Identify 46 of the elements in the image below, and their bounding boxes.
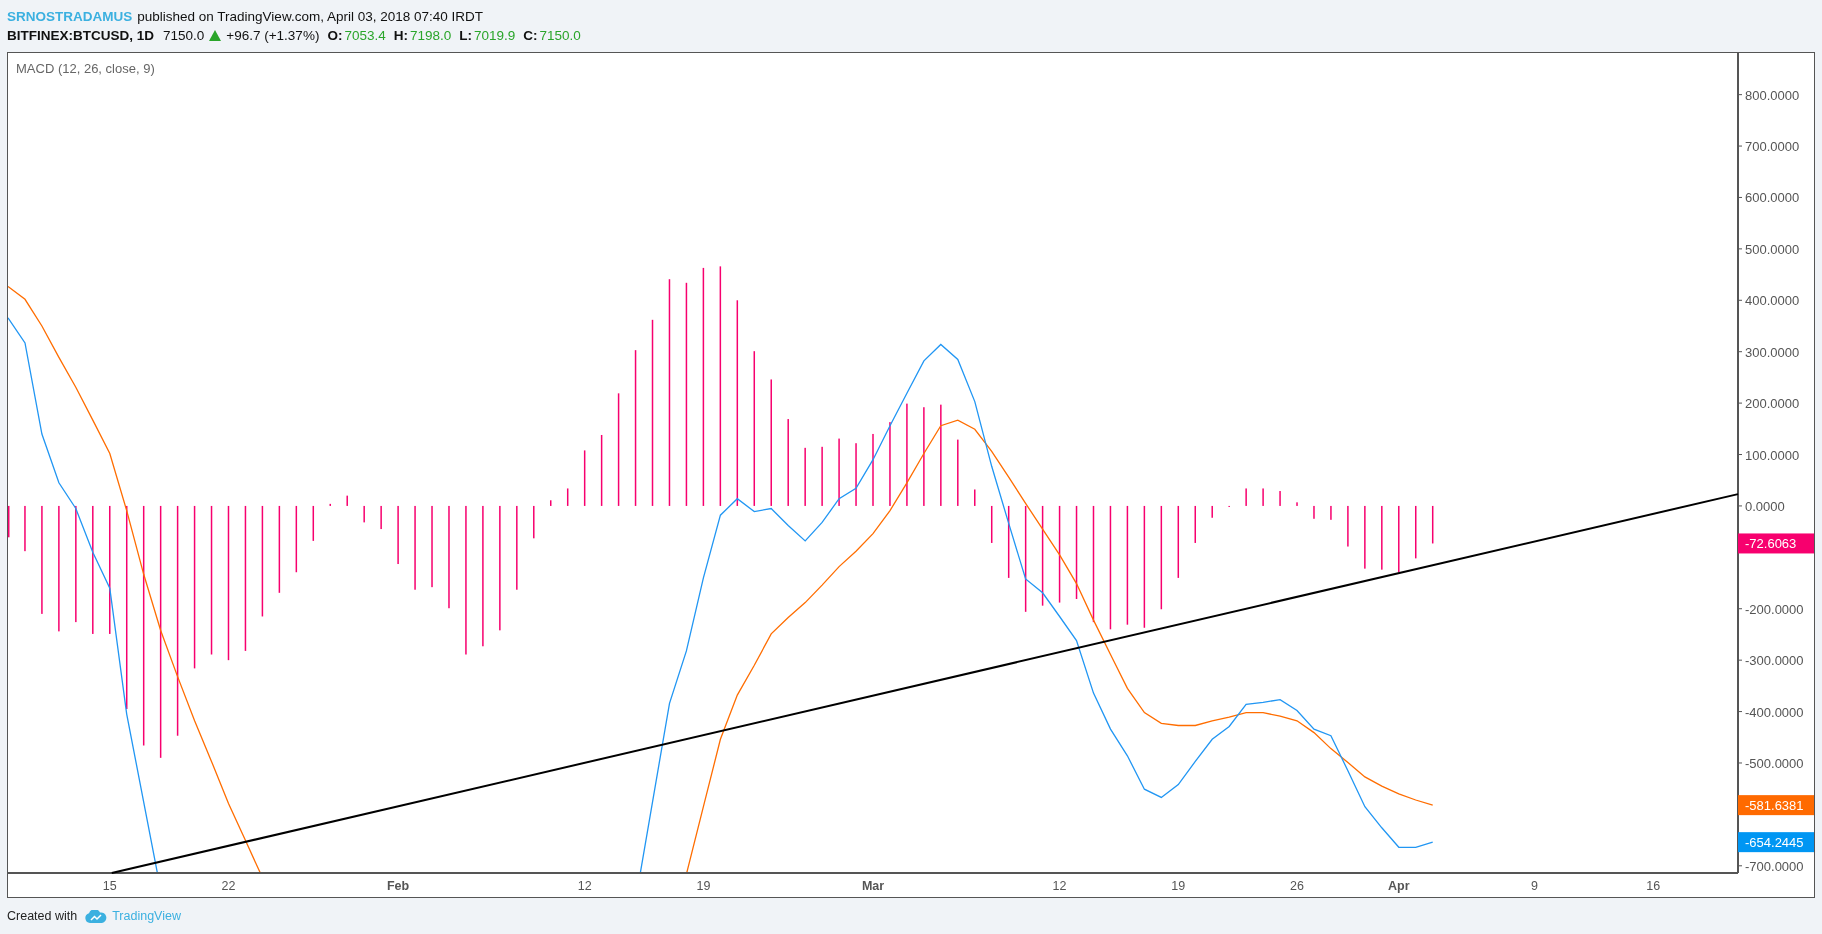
- axis-label: 9: [1531, 879, 1538, 893]
- axis-label: 0.0000: [1745, 498, 1785, 514]
- axis-label: 19: [1171, 879, 1186, 893]
- ohlc-label: O:: [327, 28, 343, 43]
- axis-label: 26: [1290, 879, 1304, 893]
- axis-label: 300.0000: [1745, 344, 1800, 360]
- brand-link[interactable]: TradingView: [112, 909, 181, 923]
- axis-label: 700.0000: [1745, 139, 1800, 155]
- axis-label: 12: [577, 879, 592, 893]
- axis-label: 16: [1646, 879, 1661, 893]
- price-label: -654.2445: [1738, 832, 1814, 853]
- axis-label: 800.0000: [1745, 87, 1800, 103]
- ohlc-label: C:: [523, 28, 538, 43]
- axis-label: -700.0000: [1745, 858, 1804, 874]
- price-label: -72.6063: [1738, 533, 1814, 554]
- axis-label: 19: [696, 879, 711, 893]
- axis-label: 200.0000: [1745, 396, 1800, 412]
- axis-label: 22: [221, 879, 236, 893]
- price-label: -581.6381: [1738, 795, 1814, 816]
- axis-label: Mar: [861, 879, 885, 893]
- last-price: 7150.0: [163, 28, 205, 43]
- axis-label: 400.0000: [1745, 293, 1800, 309]
- axis-label: 600.0000: [1745, 190, 1800, 206]
- publish-info: published on TradingView.com, April 03, 2018 07:40 IRDT: [137, 9, 483, 24]
- axis-label: Apr: [1388, 879, 1410, 893]
- author-link[interactable]: SRNOSTRADAMUS: [7, 9, 133, 24]
- axis-label: -400.0000: [1745, 704, 1804, 720]
- axis-label: -300.0000: [1745, 653, 1804, 669]
- ohlc-value: 7198.0: [409, 28, 452, 43]
- axis-label: 500.0000: [1745, 241, 1800, 257]
- axis-label: -200.0000: [1745, 601, 1804, 617]
- axis-label: -500.0000: [1745, 756, 1804, 771]
- symbol-label: BITFINEX:BTCUSD, 1D: [7, 28, 154, 43]
- price-change: +96.7 (+1.37%): [226, 28, 320, 43]
- ohlc-value: 7150.0: [539, 28, 581, 43]
- ohlc-value: 7053.4: [344, 28, 386, 43]
- ohlc-label: H:: [393, 28, 408, 43]
- axis-label: 12: [1052, 879, 1067, 893]
- axis-label: Feb: [387, 879, 410, 893]
- axis-label: 100.0000: [1745, 447, 1800, 463]
- ohlc-value: 7019.9: [474, 28, 516, 43]
- created-with-text: Created with: [7, 909, 78, 923]
- axis-label: 15: [102, 879, 117, 893]
- chart-title: MACD (12, 26, close, 9): [16, 61, 155, 76]
- ohlc-label: L:: [459, 28, 472, 43]
- cloud-logo-icon: [85, 909, 108, 923]
